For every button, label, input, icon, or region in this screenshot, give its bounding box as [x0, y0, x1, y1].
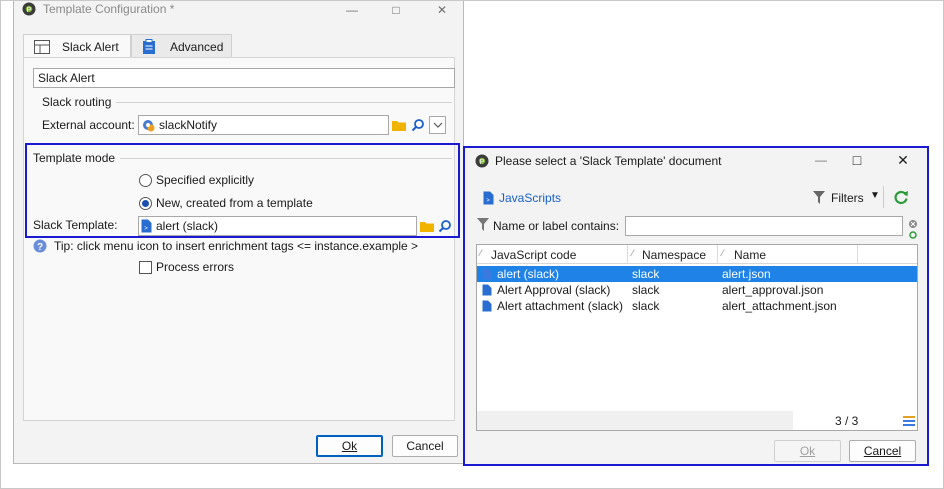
chevron-down-icon[interactable]: ▼ [870, 190, 880, 201]
tip-text: Tip: click menu icon to insert enrichmen… [54, 239, 419, 253]
filter-icon [477, 218, 489, 231]
refresh-icon[interactable] [909, 228, 917, 239]
js-file-icon [482, 284, 492, 296]
name-filter-input[interactable] [625, 216, 903, 236]
column-separator [627, 245, 628, 264]
process-errors-checkbox[interactable] [139, 261, 152, 274]
select-template-dialog: P Please select a 'Slack Template' docum… [463, 146, 929, 466]
folder-icon[interactable] [391, 117, 407, 133]
external-account-value: slackNotify [159, 118, 218, 132]
js-file-icon [482, 300, 492, 312]
ok-button-label: Ok [341, 439, 358, 453]
column-separator [717, 245, 718, 264]
external-account-icon [141, 118, 155, 132]
column-header-namespace[interactable]: Namespace [642, 248, 706, 262]
filter-icon[interactable] [813, 191, 825, 204]
tab-label: Advanced [170, 39, 224, 54]
js-file-icon [482, 268, 492, 280]
ok-button[interactable]: Ok [316, 435, 383, 457]
close-icon[interactable]: ✕ [891, 151, 915, 169]
ok-button[interactable]: Ok [774, 440, 841, 462]
minimize-icon[interactable]: — [340, 1, 364, 19]
external-account-label: External account: [42, 118, 135, 132]
close-icon[interactable]: ✕ [430, 1, 454, 19]
app-logo-icon: P [22, 2, 36, 16]
app-logo-icon: P [475, 154, 489, 168]
svg-text:?: ? [37, 242, 43, 253]
cell-code: Alert Approval (slack) [497, 283, 611, 297]
cell-code: alert (slack) [497, 267, 560, 281]
magnifier-icon[interactable] [410, 117, 426, 133]
column-header-code[interactable]: JavaScript code [491, 248, 576, 262]
table-row[interactable]: Alert attachment (slack) slack alert_att… [477, 298, 917, 314]
cancel-button[interactable]: Cancel [392, 435, 458, 457]
group-divider [116, 102, 452, 103]
grid-header: ⁄ JavaScript code ⁄ Namespace ⁄ Name [477, 245, 917, 264]
process-errors-label: Process errors [156, 260, 235, 274]
cell-namespace: slack [632, 267, 660, 281]
cell-namespace: slack [632, 283, 660, 297]
column-header-name[interactable]: Name [734, 248, 766, 262]
help-icon: ? [33, 239, 47, 253]
cell-namespace: slack [632, 299, 660, 313]
clipboard-icon [142, 38, 156, 55]
js-folder-icon: > [483, 191, 494, 205]
template-mode-highlight [25, 143, 460, 238]
sort-icon: ⁄ [632, 248, 634, 258]
sort-icon: ⁄ [480, 248, 482, 258]
column-separator [857, 245, 858, 264]
tab-advanced[interactable]: Advanced [131, 34, 232, 58]
toolbar-divider [883, 186, 884, 208]
cancel-button[interactable]: Cancel [849, 440, 916, 462]
filters-button[interactable]: Filters [831, 191, 864, 205]
cell-name: alert.json [722, 267, 771, 281]
record-count: 3 / 3 [835, 414, 859, 428]
filter-label: Name or label contains: [493, 219, 620, 233]
sort-icon: ⁄ [722, 248, 724, 258]
label-field[interactable]: Slack Alert [33, 68, 455, 88]
table-row[interactable]: Alert Approval (slack) slack alert_appro… [477, 282, 917, 298]
table-row[interactable]: alert (slack) slack alert.json [477, 266, 917, 282]
documents-grid: ⁄ JavaScript code ⁄ Namespace ⁄ Name ale… [476, 244, 918, 431]
cell-code: Alert attachment (slack) [497, 299, 624, 313]
tab-slack-alert[interactable]: Slack Alert [23, 34, 131, 58]
maximize-icon[interactable]: □ [384, 1, 408, 19]
svg-text:P: P [480, 159, 485, 166]
horizontal-scrollbar[interactable] [477, 411, 793, 430]
tab-label: Slack Alert [62, 39, 119, 54]
cell-name: alert_attachment.json [722, 299, 837, 313]
folder-link[interactable]: JavaScripts [499, 191, 561, 205]
external-account-field[interactable]: slackNotify [138, 115, 389, 135]
dialog-title: Template Configuration * [43, 2, 175, 16]
maximize-icon[interactable]: □ [845, 151, 869, 169]
clear-icon[interactable] [909, 217, 917, 228]
title-bar: P Template Configuration * — □ ✕ [14, 1, 463, 19]
cell-name: alert_approval.json [722, 283, 824, 297]
chevron-down-icon[interactable] [429, 116, 446, 134]
tab-content-panel: Slack Alert Slack routing External accou… [23, 57, 455, 421]
minimize-icon[interactable]: — [809, 151, 833, 169]
ok-button-label: Ok [799, 444, 816, 458]
cancel-button-label: Cancel [863, 444, 902, 458]
slack-routing-group-label: Slack routing [42, 95, 112, 109]
refresh-icon[interactable] [893, 189, 909, 205]
dialog-title: Please select a 'Slack Template' documen… [495, 154, 722, 168]
svg-text:>: > [486, 198, 490, 204]
menu-icon[interactable] [903, 415, 915, 426]
cancel-button-label: Cancel [406, 439, 444, 453]
layout-form-icon [34, 39, 50, 54]
svg-text:P: P [27, 7, 32, 14]
